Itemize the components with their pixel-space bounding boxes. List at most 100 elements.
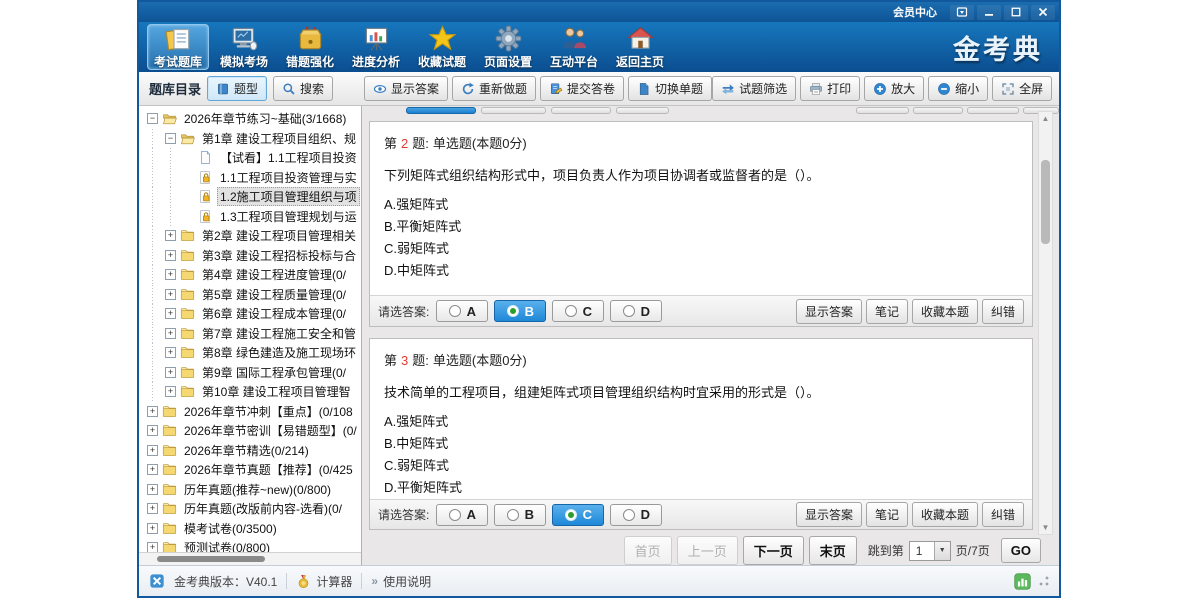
expand-box[interactable]: + <box>147 445 158 456</box>
member-center-link[interactable]: 会员中心 <box>893 4 937 20</box>
nav-progress-analysis[interactable]: 进度分析 <box>345 24 407 70</box>
scrollbar-thumb[interactable] <box>157 556 265 562</box>
expand-box[interactable]: + <box>147 542 158 552</box>
resize-grip[interactable] <box>1039 576 1049 586</box>
expand-box[interactable]: + <box>147 406 158 417</box>
tree-item[interactable]: −第1章 建设工程项目组织、规 <box>139 129 361 149</box>
choice-c-selected[interactable]: C <box>552 504 604 526</box>
search-button[interactable]: 搜索 <box>273 76 333 101</box>
page-select[interactable]: 1 ▼ <box>909 541 951 561</box>
choice-a[interactable]: A <box>436 504 488 526</box>
show-answer-button[interactable]: 显示答案 <box>796 299 862 324</box>
scroll-up-arrow[interactable]: ▲ <box>1039 112 1052 125</box>
tree-item[interactable]: +历年真题(推荐~new)(0/800) <box>139 480 361 500</box>
tree-item[interactable]: +第4章 建设工程进度管理(0/ <box>139 265 361 285</box>
scrollbar-thumb[interactable] <box>1041 160 1050 244</box>
tree-item[interactable]: +第10章 建设工程项目管理智 <box>139 382 361 402</box>
note-button[interactable]: 笔记 <box>866 299 908 324</box>
expand-box[interactable]: + <box>147 425 158 436</box>
tab-sliver[interactable] <box>856 107 909 114</box>
expand-box[interactable]: + <box>165 386 176 397</box>
close-button[interactable] <box>1031 5 1055 20</box>
note-button[interactable]: 笔记 <box>866 502 908 527</box>
expand-box[interactable]: + <box>165 289 176 300</box>
question-type-button[interactable]: 题型 <box>207 76 267 101</box>
calculator-link[interactable]: 计算器 <box>296 573 352 590</box>
tree-item[interactable]: +2026年章节密训【易错题型】(0/ <box>139 421 361 441</box>
expand-box[interactable]: + <box>165 367 176 378</box>
tree-item[interactable]: +2026年章节精选(0/214) <box>139 441 361 461</box>
sidebar-horizontal-scrollbar[interactable] <box>139 552 361 565</box>
nav-exam-bank[interactable]: 考试题库 <box>147 24 209 70</box>
expand-box[interactable]: + <box>147 503 158 514</box>
redo-questions-button[interactable]: 重新做题 <box>452 76 536 101</box>
zoom-out-button[interactable]: 缩小 <box>928 76 988 101</box>
help-link[interactable]: » 使用说明 <box>371 573 431 590</box>
tree-item[interactable]: +预测试卷(0/800) <box>139 538 361 552</box>
expand-box[interactable]: + <box>165 308 176 319</box>
next-page-button[interactable]: 下一页 <box>743 536 804 565</box>
tree-item[interactable]: +第9章 国际工程承包管理(0/ <box>139 363 361 383</box>
tree-item[interactable]: 1.1工程项目投资管理与实 <box>139 168 361 188</box>
expand-box[interactable]: + <box>147 464 158 475</box>
nav-wrong-strengthen[interactable]: 错题强化 <box>279 24 341 70</box>
choice-b[interactable]: B <box>494 504 546 526</box>
nav-interactive-platform[interactable]: 互动平台 <box>543 24 605 70</box>
nav-mock-exam[interactable]: 模拟考场 <box>213 24 275 70</box>
tray-button[interactable] <box>950 5 974 20</box>
tree-item[interactable]: +第5章 建设工程质量管理(0/ <box>139 285 361 305</box>
tree-item[interactable]: +第6章 建设工程成本管理(0/ <box>139 304 361 324</box>
favorite-question-button[interactable]: 收藏本题 <box>912 299 978 324</box>
question-filter-button[interactable]: 试题筛选 <box>712 76 796 101</box>
maximize-button[interactable] <box>1004 5 1028 20</box>
choice-a[interactable]: A <box>436 300 488 322</box>
tab-sliver[interactable] <box>616 107 669 114</box>
fullscreen-button[interactable]: 全屏 <box>992 76 1052 101</box>
prev-page-button[interactable]: 上一页 <box>677 536 738 565</box>
expand-box[interactable]: + <box>165 269 176 280</box>
chart-icon[interactable] <box>1014 573 1031 590</box>
expand-box[interactable]: + <box>147 523 158 534</box>
tree-item[interactable]: +第7章 建设工程施工安全和管 <box>139 324 361 344</box>
choice-d[interactable]: D <box>610 504 662 526</box>
tab-sliver[interactable] <box>481 107 546 114</box>
choice-c[interactable]: C <box>552 300 604 322</box>
expand-box[interactable]: + <box>165 347 176 358</box>
tree-item[interactable]: +第2章 建设工程项目管理相关 <box>139 226 361 246</box>
tree-item[interactable]: +第8章 绿色建造及施工现场环 <box>139 343 361 363</box>
report-error-button[interactable]: 纠错 <box>982 502 1024 527</box>
question-vertical-scrollbar[interactable]: ▲ ▼ <box>1038 111 1053 535</box>
scroll-down-arrow[interactable]: ▼ <box>1039 521 1052 534</box>
nav-favorite-questions[interactable]: 收藏试题 <box>411 24 473 70</box>
choice-d[interactable]: D <box>610 300 662 322</box>
nav-back-home[interactable]: 返回主页 <box>609 24 671 70</box>
tab-sliver[interactable] <box>967 107 1019 114</box>
expand-box[interactable]: + <box>165 230 176 241</box>
tree-item[interactable]: +2026年章节真题【推荐】(0/425 <box>139 460 361 480</box>
tree-item[interactable]: −2026年章节练习~基础(3/1668) <box>139 109 361 129</box>
expand-box[interactable]: + <box>147 484 158 495</box>
choice-b-selected[interactable]: B <box>494 300 546 322</box>
tree-item[interactable]: 1.3工程项目管理规划与运 <box>139 207 361 227</box>
tree-item[interactable]: 1.2施工项目管理组织与项 <box>139 187 361 207</box>
report-error-button[interactable]: 纠错 <box>982 299 1024 324</box>
go-button[interactable]: GO <box>1001 538 1041 563</box>
chevron-down-icon[interactable]: ▼ <box>934 542 950 560</box>
collapse-box[interactable]: − <box>165 133 176 144</box>
tree-item[interactable]: +模考试卷(0/3500) <box>139 519 361 539</box>
tree-item[interactable]: +历年真题(改版前内容-选看)(0/ <box>139 499 361 519</box>
first-page-button[interactable]: 首页 <box>624 536 672 565</box>
expand-box[interactable]: + <box>165 250 176 261</box>
minimize-button[interactable] <box>977 5 1001 20</box>
zoom-in-button[interactable]: 放大 <box>864 76 924 101</box>
collapse-box[interactable]: − <box>147 113 158 124</box>
print-button[interactable]: 打印 <box>800 76 860 101</box>
submit-paper-button[interactable]: 提交答卷 <box>540 76 624 101</box>
nav-page-settings[interactable]: 页面设置 <box>477 24 539 70</box>
tab-sliver-active[interactable] <box>406 107 476 114</box>
tab-sliver[interactable] <box>551 107 611 114</box>
favorite-question-button[interactable]: 收藏本题 <box>912 502 978 527</box>
last-page-button[interactable]: 末页 <box>809 536 857 565</box>
tree-item[interactable]: +第3章 建设工程招标投标与合 <box>139 246 361 266</box>
show-answer-button[interactable]: 显示答案 <box>796 502 862 527</box>
